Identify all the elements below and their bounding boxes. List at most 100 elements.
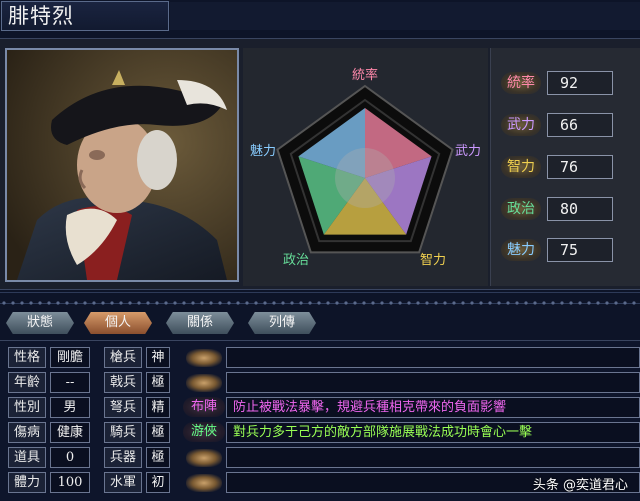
skill-description-buzhen: 防止被戰法暴擊，規避兵種相克帶來的負面影響	[226, 397, 640, 418]
stat-value-meili: 75	[547, 238, 613, 262]
personal-label-gender: 性別	[8, 397, 46, 418]
divider-dot	[560, 301, 564, 305]
divider-dot	[488, 301, 492, 305]
divider-dot	[254, 301, 258, 305]
stat-label-meili: 魅力	[501, 239, 541, 261]
divider-dot	[569, 301, 573, 305]
radar-label-zhengzhi: 政治	[283, 253, 309, 268]
divider-dot	[497, 301, 501, 305]
aptitude-value-spear: 神	[146, 347, 170, 368]
divider-dot	[632, 301, 636, 305]
divider-dot	[74, 301, 78, 305]
divider-dot	[209, 301, 213, 305]
divider-dot	[83, 301, 87, 305]
ability-radar-panel: 統率 武力 智力 政治 魅力	[243, 48, 488, 286]
skill-tag-buzhen[interactable]: 布陣	[183, 397, 225, 417]
divider-dot	[398, 301, 402, 305]
divider-dot	[218, 301, 222, 305]
divider-dot	[290, 301, 294, 305]
divider-dot	[164, 301, 168, 305]
divider-dot	[11, 301, 15, 305]
divider-dot	[515, 301, 519, 305]
tab-personal[interactable]: 個人	[84, 312, 152, 334]
tab-status[interactable]: 狀態	[6, 312, 74, 334]
divider-dot	[434, 301, 438, 305]
stat-label-zhili: 智力	[501, 156, 541, 178]
personal-label-personality: 性格	[8, 347, 46, 368]
divider-dot	[542, 301, 546, 305]
divider-dot	[173, 301, 177, 305]
aptitude-value-siege: 極	[146, 447, 170, 468]
divider-dot	[263, 301, 267, 305]
divider-dot	[110, 301, 114, 305]
divider-dot	[551, 301, 555, 305]
personal-value-items: 0	[50, 447, 90, 468]
personal-value-health: 健康	[50, 422, 90, 443]
divider-dot	[281, 301, 285, 305]
divider-dot	[65, 301, 69, 305]
divider-dot	[308, 301, 312, 305]
divider-dot	[299, 301, 303, 305]
divider-dot	[182, 301, 186, 305]
divider-dot	[2, 301, 6, 305]
divider-dot	[128, 301, 132, 305]
divider-dot	[353, 301, 357, 305]
skill-slot-empty-5[interactable]	[186, 449, 222, 467]
aptitude-label-crossbow: 弩兵	[104, 397, 142, 418]
divider-dot	[227, 301, 231, 305]
stat-value-zhengzhi: 80	[547, 197, 613, 221]
divider-dot	[20, 301, 24, 305]
personal-value-personality: 剛膽	[50, 347, 90, 368]
skill-slot-empty-6[interactable]	[186, 474, 222, 492]
personal-value-age: --	[50, 372, 90, 393]
divider-dot	[200, 301, 204, 305]
divider-dot	[146, 301, 150, 305]
stat-label-zhengzhi: 政治	[501, 198, 541, 220]
stat-value-tongshuai: 92	[547, 71, 613, 95]
divider-dot	[407, 301, 411, 305]
officer-name-title: 腓特烈	[1, 1, 169, 31]
divider-dot	[47, 301, 51, 305]
divider-dot	[479, 301, 483, 305]
skill-description-youxia: 對兵力多于己方的敵方部隊施展戰法成功時會心一擊	[226, 422, 640, 443]
divider-dot	[101, 301, 105, 305]
radar-label-tongshuai: 統率	[352, 67, 378, 83]
divider-dot	[416, 301, 420, 305]
personal-value-stamina: 100	[50, 472, 90, 493]
ability-radar-chart: 統率 武力 智力 政治 魅力	[250, 67, 481, 268]
radar-center-glow	[335, 148, 395, 208]
divider-dot	[56, 301, 60, 305]
divider-dot	[443, 301, 447, 305]
stat-label-wuli: 武力	[501, 114, 541, 136]
divider-dot	[317, 301, 321, 305]
divider-dot	[155, 301, 159, 305]
tab-relations[interactable]: 關係	[166, 312, 234, 334]
skill-description-5	[226, 447, 640, 468]
divider-dot	[344, 301, 348, 305]
divider-dot	[623, 301, 627, 305]
skill-slot-empty-1[interactable]	[186, 349, 222, 367]
divider-dot	[29, 301, 33, 305]
aptitude-value-crossbow: 精	[146, 397, 170, 418]
divider-dot	[425, 301, 429, 305]
divider-dot	[335, 301, 339, 305]
portrait-image	[7, 50, 237, 280]
personal-value-gender: 男	[50, 397, 90, 418]
skill-description-2	[226, 372, 640, 393]
aptitude-value-halberd: 極	[146, 372, 170, 393]
top-bar	[170, 2, 640, 30]
stat-label-tongshuai: 統率	[501, 72, 541, 94]
skill-description-1	[226, 347, 640, 368]
skill-slot-empty-2[interactable]	[186, 374, 222, 392]
ability-stats-panel: 統率 92 武力 66 智力 76 政治 80 魅力 75	[490, 48, 640, 286]
divider-dot	[596, 301, 600, 305]
radar-label-wuli: 武力	[455, 144, 481, 159]
skill-tag-youxia[interactable]: 游俠	[183, 422, 225, 442]
divider-dot	[38, 301, 42, 305]
divider-dot	[470, 301, 474, 305]
divider-dot	[587, 301, 591, 305]
divider-dot	[614, 301, 618, 305]
divider-dot	[371, 301, 375, 305]
tab-biography[interactable]: 列傳	[248, 312, 316, 334]
divider-dot	[92, 301, 96, 305]
